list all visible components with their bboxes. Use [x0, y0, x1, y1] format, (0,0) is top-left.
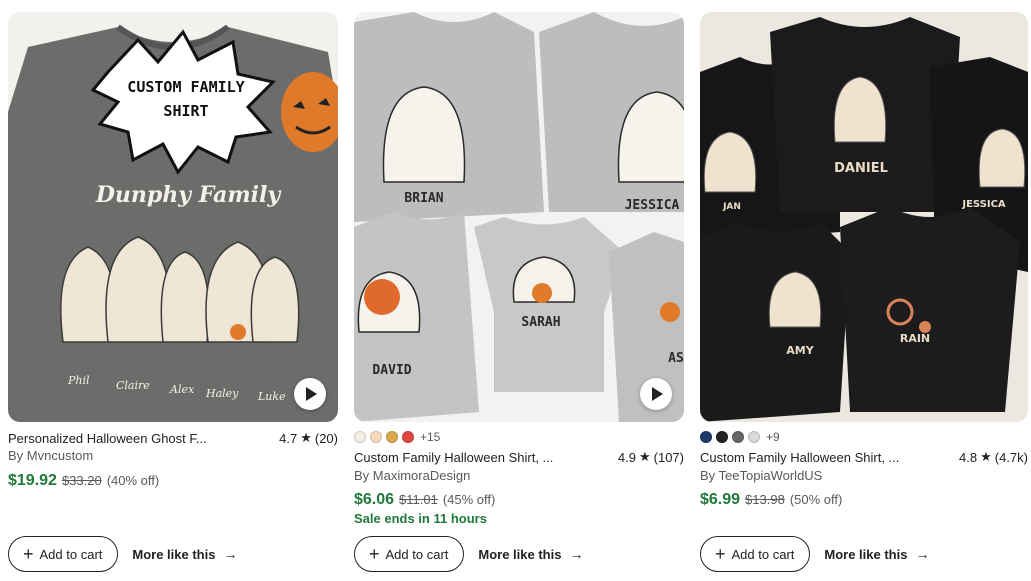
product-photo: BRIAN JESSICA DAVID SARAH AS	[354, 12, 684, 422]
add-to-cart-button[interactable]: + Add to cart	[354, 536, 465, 572]
shirt-name-5: AS	[668, 351, 684, 366]
star-icon: ★	[980, 449, 992, 464]
product-photo: CUSTOM FAMILY SHIRT Dunphy Family Phil C…	[8, 12, 338, 422]
sale-price: $6.99	[700, 491, 741, 508]
shirt-name-4: SARAH	[521, 315, 560, 330]
listing-image[interactable]: CUSTOM FAMILY SHIRT Dunphy Family Phil C…	[8, 12, 338, 422]
listing-title[interactable]: Custom Family Halloween Shirt, ...	[700, 450, 899, 465]
product-photo: DANIEL JAN JESSICA AMY RAIN	[700, 12, 1028, 422]
shop-name[interactable]: By MaximoraDesign	[354, 468, 470, 483]
shirt-name-5: Luke	[257, 390, 286, 403]
original-price: $33.20	[61, 473, 102, 488]
rating-value: 4.7	[279, 430, 298, 446]
more-like-this-link[interactable]: More like this →	[478, 546, 583, 562]
burst-text-line2: SHIRT	[163, 102, 208, 120]
more-like-this-label: More like this	[132, 546, 216, 562]
arrow-right-icon: →	[915, 546, 930, 562]
shirt-name-4: Haley	[205, 387, 239, 400]
discount-percent: (50% off)	[789, 492, 843, 507]
color-swatches[interactable]: +9	[700, 430, 780, 444]
discount-percent: (45% off)	[442, 492, 496, 507]
listing-image[interactable]: DANIEL JAN JESSICA AMY RAIN	[700, 12, 1028, 422]
listing-card[interactable]: DANIEL JAN JESSICA AMY RAIN +9 Custom Fa…	[700, 12, 1028, 577]
discount-percent: (40% off)	[106, 473, 160, 488]
more-colors-count: +9	[766, 430, 780, 444]
color-swatches[interactable]: +15	[354, 430, 440, 444]
burst-text-line1: CUSTOM FAMILY	[127, 78, 244, 96]
shirt-name-1: DANIEL	[834, 161, 888, 176]
rating-value: 4.9	[617, 449, 636, 465]
price-row: $6.06 $11.01 (45% off)	[354, 491, 495, 509]
play-icon	[652, 387, 663, 401]
sale-price: $6.06	[354, 491, 395, 508]
listing-card[interactable]: BRIAN JESSICA DAVID SARAH AS +15 Custom …	[354, 12, 684, 577]
original-price: $13.98	[745, 492, 785, 507]
shirt-name-3: DAVID	[372, 363, 411, 378]
listing-title[interactable]: Custom Family Halloween Shirt, ...	[354, 450, 553, 465]
original-price: $11.01	[399, 492, 438, 507]
listing-image[interactable]: BRIAN JESSICA DAVID SARAH AS	[354, 12, 684, 422]
add-to-cart-label: Add to cart	[731, 546, 795, 562]
more-colors-count: +15	[420, 430, 441, 444]
add-to-cart-button[interactable]: + Add to cart	[8, 536, 119, 572]
shirt-name-2: JAN	[722, 202, 741, 212]
more-like-this-link[interactable]: More like this →	[132, 546, 237, 562]
shirt-name-3: JESSICA	[961, 199, 1006, 210]
add-to-cart-button[interactable]: + Add to cart	[700, 536, 811, 572]
shop-name[interactable]: By Mvncustom	[8, 448, 93, 463]
color-swatch	[700, 431, 712, 443]
review-count: (4.7k)	[994, 449, 1028, 465]
star-icon: ★	[638, 449, 651, 464]
color-swatch	[402, 431, 414, 443]
shop-name[interactable]: By TeeTopiaWorldUS	[700, 468, 822, 483]
shirt-name-2: Claire	[116, 379, 150, 392]
card-actions: + Add to cart More like this →	[354, 536, 583, 572]
shirt-name-3: Alex	[169, 383, 195, 396]
add-to-cart-label: Add to cart	[385, 546, 449, 562]
add-to-cart-label: Add to cart	[39, 546, 103, 562]
title-row: Custom Family Halloween Shirt, ... 4.8 ★…	[700, 449, 1028, 465]
shirt-name-5: RAIN	[900, 332, 930, 345]
listing-title[interactable]: Personalized Halloween Ghost F...	[8, 431, 207, 446]
plus-icon: +	[23, 544, 34, 564]
more-like-this-label: More like this	[824, 546, 908, 562]
plus-icon: +	[369, 544, 380, 564]
color-swatch	[748, 431, 760, 443]
price-row: $19.92 $33.20 (40% off)	[8, 472, 159, 490]
rating: 4.7 ★ (20)	[279, 430, 338, 446]
listing-card[interactable]: CUSTOM FAMILY SHIRT Dunphy Family Phil C…	[8, 12, 338, 577]
title-row: Custom Family Halloween Shirt, ... 4.9 ★…	[354, 449, 684, 465]
card-actions: + Add to cart More like this →	[8, 536, 237, 572]
shirt-family-name: Dunphy Family	[95, 182, 283, 208]
sale-price: $19.92	[8, 472, 57, 489]
shirt-name-1: BRIAN	[404, 191, 443, 206]
color-swatch	[386, 431, 398, 443]
shirt-name-4: AMY	[786, 344, 814, 357]
rating: 4.9 ★ (107)	[618, 449, 684, 465]
play-video-button[interactable]	[294, 378, 326, 410]
review-count: (107)	[653, 449, 684, 465]
play-video-button[interactable]	[640, 378, 672, 410]
star-icon: ★	[300, 430, 312, 445]
color-swatch	[732, 431, 744, 443]
color-swatch	[370, 431, 382, 443]
rating-value: 4.8	[959, 449, 978, 465]
price-row: $6.99 $13.98 (50% off)	[700, 491, 842, 509]
shirt-name-2: JESSICA	[625, 198, 680, 213]
title-row: Personalized Halloween Ghost F... 4.7 ★ …	[8, 430, 338, 446]
arrow-right-icon: →	[569, 546, 584, 562]
arrow-right-icon: →	[223, 546, 238, 562]
rating: 4.8 ★ (4.7k)	[959, 449, 1028, 465]
review-count: (20)	[314, 430, 338, 446]
color-swatch	[716, 431, 728, 443]
more-like-this-label: More like this	[478, 546, 562, 562]
sale-ends-text: Sale ends in 11 hours	[354, 511, 487, 526]
plus-icon: +	[715, 544, 726, 564]
shirt-name-1: Phil	[67, 374, 90, 387]
card-actions: + Add to cart More like this →	[700, 536, 929, 572]
more-like-this-link[interactable]: More like this →	[824, 546, 929, 562]
color-swatch	[354, 431, 366, 443]
play-icon	[306, 387, 317, 401]
